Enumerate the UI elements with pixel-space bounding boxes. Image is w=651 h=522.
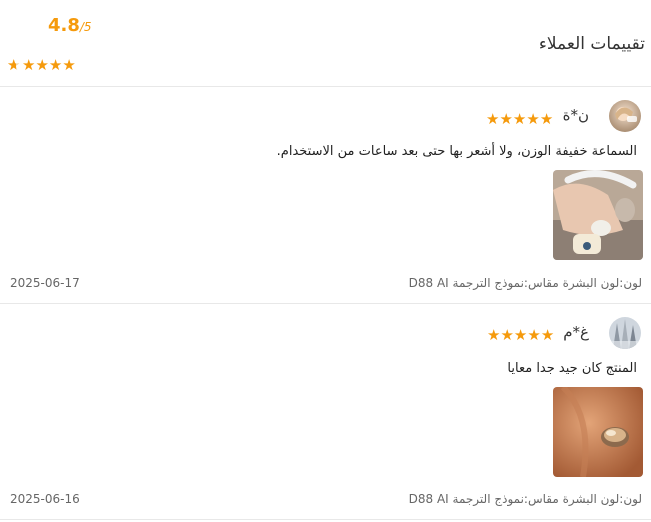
overall-stars: ★ ★ ★★★★	[7, 55, 76, 74]
star-icon: ★	[539, 110, 554, 128]
overall-rating: 4.8/5	[48, 15, 92, 36]
review-text: السماعة خفيفة الوزن، ولا أشعر بها حتى بع…	[276, 144, 637, 159]
star-icon: ★	[540, 326, 555, 344]
star-icon: ★	[22, 56, 36, 74]
review-stars: ★★★★★	[487, 325, 554, 344]
rating-value: 4.8	[48, 15, 80, 36]
divider	[0, 303, 651, 304]
star-icon: ★	[486, 110, 500, 128]
review-meta: لون:لون البشرة مقاس:نموذج الترجمة D88 AI	[408, 492, 642, 506]
star-icon: ★	[527, 326, 541, 344]
star-icon: ★	[526, 110, 540, 128]
star-icon: ★	[487, 326, 501, 344]
page-title: تقييمات العملاء	[538, 34, 645, 54]
star-icon: ★	[500, 326, 514, 344]
star-icon: ★	[499, 110, 513, 128]
rating-max: /5	[79, 20, 92, 34]
avatar	[609, 317, 641, 349]
star-icon: ★	[35, 56, 49, 74]
review-date: 2025-06-17	[10, 276, 80, 290]
star-icon: ★	[512, 110, 527, 128]
divider	[0, 519, 651, 520]
star-half-icon: ★ ★	[7, 56, 21, 74]
review-text: المنتج كان جيد جدا معايا	[507, 361, 637, 376]
star-icon: ★	[62, 56, 76, 74]
star-icon: ★	[48, 56, 63, 74]
reviewer-name: ن*ة	[562, 106, 589, 124]
reviewer-name: غ*م	[563, 323, 589, 341]
avatar	[609, 100, 641, 132]
review-date: 2025-06-16	[10, 492, 80, 506]
review-meta: لون:لون البشرة مقاس:نموذج الترجمة D88 AI	[408, 276, 642, 290]
review-photo[interactable]	[553, 170, 643, 260]
divider	[0, 86, 651, 87]
review-stars: ★★★★★	[486, 109, 553, 128]
review-photo[interactable]	[553, 387, 643, 477]
star-icon: ★	[513, 326, 528, 344]
